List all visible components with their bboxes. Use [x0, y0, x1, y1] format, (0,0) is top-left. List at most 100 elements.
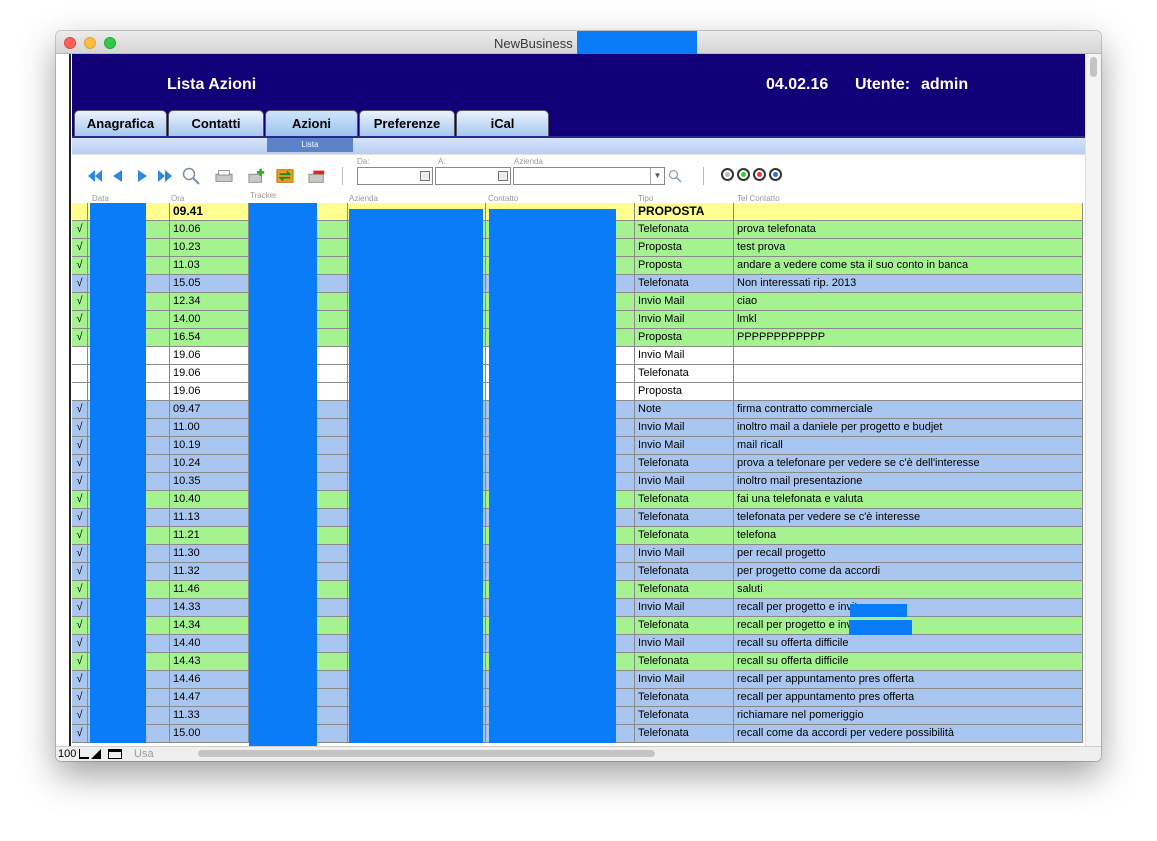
cell-tipo[interactable]: Telefonata [635, 689, 734, 707]
cell-tipo[interactable]: Telefonata [635, 509, 734, 527]
done-checkbox[interactable]: √ [72, 437, 88, 455]
cell-tel-contatto[interactable]: prova a telefonare per vedere se c'è del… [734, 455, 1083, 473]
cell-ora[interactable]: 14.47 [170, 689, 249, 707]
cell-tipo[interactable]: Invio Mail [635, 671, 734, 689]
cell-tel-contatto[interactable]: PPPPPPPPPPPP [734, 329, 1083, 347]
cell-tel-contatto[interactable] [734, 383, 1083, 401]
cell-tel-contatto[interactable]: telefona [734, 527, 1083, 545]
cell-ora[interactable]: 14.43 [170, 653, 249, 671]
horizontal-scrollbar-thumb[interactable] [198, 750, 655, 757]
cell-ora[interactable]: 09.41 [170, 203, 249, 221]
tab-ical[interactable]: iCal [456, 110, 549, 136]
filter-blue-radio[interactable] [769, 168, 782, 181]
cell-tel-contatto[interactable]: inoltro mail a daniele per progetto e bu… [734, 419, 1083, 437]
next-record-icon[interactable] [134, 167, 152, 185]
last-record-icon[interactable] [156, 167, 174, 185]
cell-tipo[interactable]: Telefonata [635, 275, 734, 293]
cell-tel-contatto[interactable]: mail ricall [734, 437, 1083, 455]
cell-tel-contatto[interactable]: recall su offerta difficile [734, 635, 1083, 653]
cell-ora[interactable]: 11.46 [170, 581, 249, 599]
done-checkbox[interactable]: √ [72, 707, 88, 725]
filter-red-radio[interactable] [753, 168, 766, 181]
cell-tel-contatto[interactable]: firma contratto commerciale [734, 401, 1083, 419]
done-checkbox[interactable]: √ [72, 527, 88, 545]
cell-tel-contatto[interactable]: recall per appuntamento pres offerta [734, 671, 1083, 689]
chevron-down-icon[interactable]: ▼ [650, 168, 664, 184]
cell-ora[interactable]: 19.06 [170, 383, 249, 401]
cell-tipo[interactable]: Invio Mail [635, 545, 734, 563]
mode-label[interactable]: Usa [134, 748, 154, 760]
cell-ora[interactable]: 11.00 [170, 419, 249, 437]
cell-ora[interactable]: 14.33 [170, 599, 249, 617]
delete-record-icon[interactable] [308, 167, 326, 185]
to-date-field[interactable] [435, 167, 511, 185]
cell-tipo[interactable]: Telefonata [635, 365, 734, 383]
done-checkbox[interactable] [72, 383, 88, 401]
tab-preferenze[interactable]: Preferenze [359, 110, 455, 136]
cell-tipo[interactable]: Invio Mail [635, 311, 734, 329]
filter-all-radio[interactable] [721, 168, 734, 181]
done-checkbox[interactable]: √ [72, 293, 88, 311]
cell-tipo[interactable]: Telefonata [635, 221, 734, 239]
cell-tel-contatto[interactable]: recall per appuntamento pres offerta [734, 689, 1083, 707]
minimize-window-button[interactable] [84, 37, 96, 49]
filter-green-radio[interactable] [737, 168, 750, 181]
cell-tel-contatto[interactable]: fai una telefonata e valuta [734, 491, 1083, 509]
cell-tipo[interactable]: Telefonata [635, 581, 734, 599]
cell-tel-contatto[interactable]: recall su offerta difficile [734, 653, 1083, 671]
done-checkbox[interactable] [72, 203, 88, 221]
cell-tel-contatto[interactable]: ciao [734, 293, 1083, 311]
cell-ora[interactable]: 19.06 [170, 347, 249, 365]
close-window-button[interactable] [64, 37, 76, 49]
cell-tel-contatto[interactable]: prova telefonata [734, 221, 1083, 239]
cell-ora[interactable]: 14.00 [170, 311, 249, 329]
done-checkbox[interactable]: √ [72, 455, 88, 473]
zoom-in-icon[interactable] [91, 749, 101, 759]
first-record-icon[interactable] [86, 167, 104, 185]
cell-tipo[interactable]: Invio Mail [635, 635, 734, 653]
cell-ora[interactable]: 14.34 [170, 617, 249, 635]
new-record-icon[interactable] [248, 167, 266, 185]
cell-tipo[interactable]: Invio Mail [635, 293, 734, 311]
print-icon[interactable] [215, 167, 233, 185]
zoom-window-button[interactable] [104, 37, 116, 49]
cell-ora[interactable]: 15.05 [170, 275, 249, 293]
cell-tipo[interactable]: Telefonata [635, 725, 734, 743]
cell-ora[interactable]: 10.35 [170, 473, 249, 491]
cell-tel-contatto[interactable] [734, 347, 1083, 365]
cell-tipo[interactable]: Proposta [635, 239, 734, 257]
calendar-icon[interactable] [498, 171, 508, 181]
cell-tipo[interactable]: Proposta [635, 383, 734, 401]
cell-tel-contatto[interactable]: richiamare nel pomeriggio [734, 707, 1083, 725]
cell-tipo[interactable]: Invio Mail [635, 473, 734, 491]
cell-ora[interactable]: 11.30 [170, 545, 249, 563]
done-checkbox[interactable]: √ [72, 419, 88, 437]
layout-view-icon[interactable] [108, 749, 122, 759]
cell-tel-contatto[interactable]: test prova [734, 239, 1083, 257]
cell-tel-contatto[interactable]: telefonata per vedere se c'è interesse [734, 509, 1083, 527]
cell-tel-contatto[interactable]: Non interessati rip. 2013 [734, 275, 1083, 293]
cell-tipo[interactable]: Invio Mail [635, 437, 734, 455]
cell-tipo[interactable]: Invio Mail [635, 347, 734, 365]
tab-anagrafica[interactable]: Anagrafica [74, 110, 167, 136]
done-checkbox[interactable]: √ [72, 401, 88, 419]
done-checkbox[interactable]: √ [72, 689, 88, 707]
cell-ora[interactable]: 11.21 [170, 527, 249, 545]
swap-icon[interactable] [276, 167, 294, 185]
done-checkbox[interactable]: √ [72, 617, 88, 635]
cell-ora[interactable]: 10.19 [170, 437, 249, 455]
search-icon[interactable] [182, 167, 200, 185]
cell-tipo[interactable]: Telefonata [635, 491, 734, 509]
subtab-lista[interactable]: Lista [267, 138, 353, 152]
done-checkbox[interactable]: √ [72, 545, 88, 563]
cell-tipo[interactable]: Invio Mail [635, 419, 734, 437]
cell-tel-contatto[interactable]: lmkl [734, 311, 1083, 329]
done-checkbox[interactable] [72, 347, 88, 365]
done-checkbox[interactable]: √ [72, 671, 88, 689]
zoom-out-icon[interactable] [79, 749, 89, 759]
cell-ora[interactable]: 14.46 [170, 671, 249, 689]
done-checkbox[interactable]: √ [72, 311, 88, 329]
cell-tipo[interactable]: Telefonata [635, 455, 734, 473]
from-date-field[interactable] [357, 167, 433, 185]
cell-tel-contatto[interactable]: recall per progetto e invito [734, 599, 1083, 617]
